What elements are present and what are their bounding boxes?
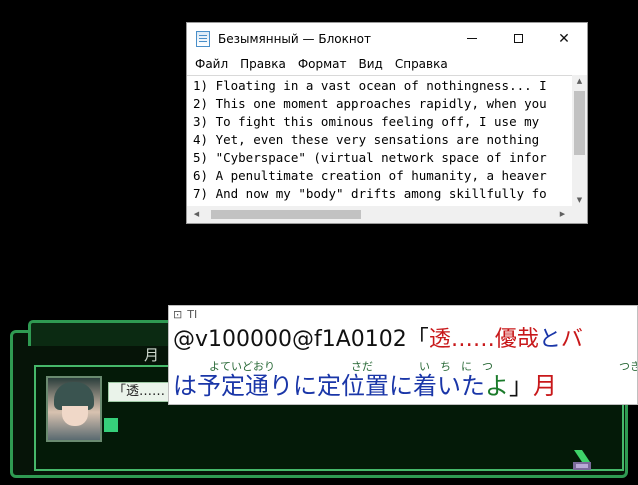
word-yoteidoori: 予定通り [197, 372, 293, 400]
overlay-toolbar: ⊡ TI [169, 306, 637, 323]
overlay-line-2: は予定通りに定位置に着いたよ」月 [173, 372, 557, 400]
pin-icon[interactable]: ⊡ [173, 308, 182, 321]
frame-tab [28, 320, 188, 346]
title-bar[interactable]: Безымянный — Блокнот ✕ [187, 23, 587, 54]
particle-ni-2: に [389, 372, 413, 400]
menu-edit[interactable]: Правка [240, 57, 286, 71]
notepad-icon [196, 30, 210, 47]
tab-label: 月 [144, 346, 160, 364]
minimize-icon [467, 38, 477, 39]
control-code: @v100000@f1A0102 [173, 327, 407, 352]
vertical-scrollbar[interactable]: ▲ ▼ [572, 75, 587, 206]
particle-yo: よ [485, 372, 509, 400]
close-bracket: 」 [509, 372, 533, 400]
menu-file[interactable]: Файл [195, 57, 228, 71]
line1-tail: バ [560, 327, 583, 352]
scroll-up-icon[interactable]: ▲ [572, 77, 587, 85]
vertical-scroll-thumb[interactable] [574, 91, 585, 155]
text-line: 3) To fight this ominous feeling off, I … [193, 114, 540, 129]
ellipsis: …… [450, 327, 495, 352]
speaker-text: 「透…… [108, 382, 172, 402]
text-cursor-icon [104, 418, 118, 432]
menu-format[interactable]: Формат [298, 57, 347, 71]
text-editor[interactable]: 1) Floating in a vast ocean of nothingne… [187, 75, 572, 207]
scroll-down-icon[interactable]: ▼ [572, 196, 587, 204]
scroll-right-icon[interactable]: ▶ [555, 210, 570, 218]
scroll-corner [572, 206, 587, 223]
maximize-icon [513, 34, 523, 43]
close-button[interactable]: ✕ [541, 23, 587, 54]
line2-tail: 月 [533, 372, 557, 400]
menu-view[interactable]: Вид [359, 57, 383, 71]
word-teiichi: 定位置 [317, 372, 389, 400]
character-portrait [46, 376, 102, 442]
menu-help[interactable]: Справка [395, 57, 448, 71]
word-tsuita: 着いた [413, 372, 485, 400]
text-line: 5) "Cyberspace" (virtual network space o… [193, 150, 547, 165]
overlay-line-1: @v100000@f1A0102「透……優哉とバ [173, 327, 583, 353]
particle-ha: は [173, 372, 197, 400]
particle-to: と [538, 327, 561, 352]
text-line: 1) Floating in a vast ocean of nothingne… [193, 78, 547, 93]
open-bracket: 「 [406, 327, 429, 352]
notepad-window: Безымянный — Блокнот ✕ Файл Правка Форма… [186, 22, 588, 224]
window-title: Безымянный — Блокнот [218, 31, 372, 46]
horizontal-scroll-thumb[interactable] [211, 210, 361, 219]
menu-bar: Файл Правка Формат Вид Справка [187, 54, 587, 73]
text-line: 7) And now my "body" drifts among skillf… [193, 186, 547, 201]
word-yuuzai: 優哉 [494, 327, 539, 352]
text-tool-icon[interactable]: TI [187, 308, 197, 321]
text-line: 4) Yet, even these very sensations are n… [193, 132, 540, 147]
horizontal-scrollbar[interactable]: ◀ ▶ [187, 206, 572, 223]
particle-ni: に [293, 372, 317, 400]
text-line: 2) This one moment approaches rapidly, w… [193, 96, 547, 111]
speaker-name: 透 [428, 327, 451, 352]
minimize-button[interactable] [449, 23, 495, 54]
close-icon: ✕ [558, 30, 570, 47]
scroll-left-icon[interactable]: ◀ [189, 210, 204, 218]
text-line: 6) A penultimate creation of humanity, a… [193, 168, 547, 183]
maximize-button[interactable] [495, 23, 541, 54]
text-hook-overlay: ⊡ TI @v100000@f1A0102「透……優哉とバ よていどおり さだ いち… [168, 305, 638, 405]
ruby-tsuki: つき [619, 360, 637, 373]
next-page-icon[interactable] [568, 448, 596, 472]
